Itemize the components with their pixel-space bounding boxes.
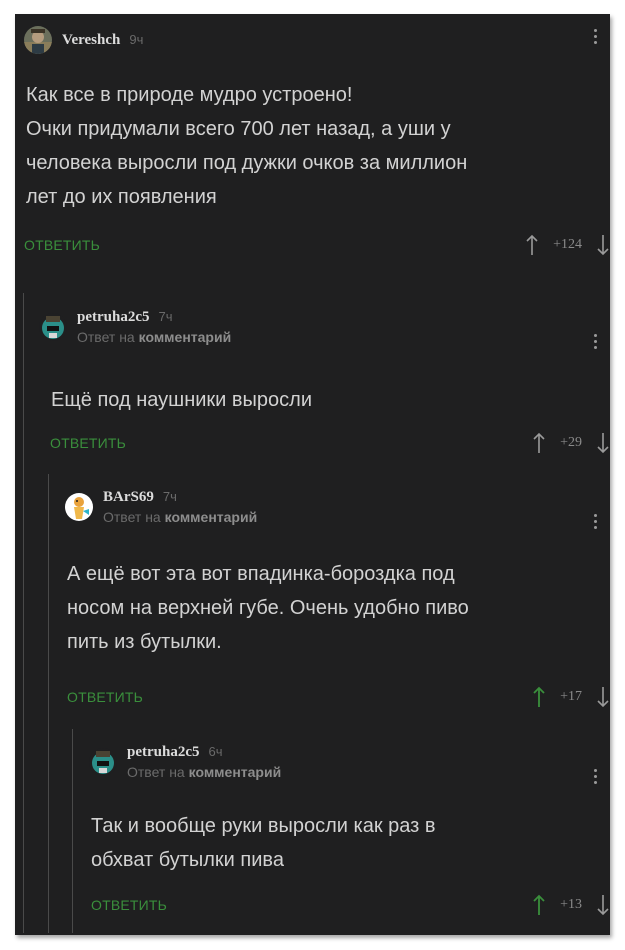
comment-body: А ещё вот эта вот впадинка-бороздка под … (67, 557, 587, 659)
avatar[interactable] (89, 748, 117, 776)
comment-time: 7ч (162, 489, 177, 504)
comment-time: 6ч (208, 744, 223, 759)
arrow-up-icon[interactable] (525, 234, 539, 256)
comment-body: Ещё под наушники выросли (51, 383, 591, 417)
reply-to-link[interactable]: комментарий (165, 509, 258, 525)
thread-line (48, 474, 49, 933)
comment-thread: Vereshch 9ч Как все в природе мудро устр… (15, 14, 610, 935)
reply-button[interactable]: ОТВЕТИТЬ (67, 689, 143, 705)
avatar[interactable] (65, 493, 93, 521)
reply-button[interactable]: ОТВЕТИТЬ (24, 237, 100, 253)
comment-line: Очки придумали всего 700 лет назад, а уш… (26, 118, 451, 140)
reply-to-link[interactable]: комментарий (139, 329, 232, 345)
comment-time: 9ч (129, 31, 144, 47)
comment-line: А ещё вот эта вот впадинка-бороздка под (67, 563, 455, 585)
comment-line: человека выросли под дужки очков за милл… (26, 152, 468, 174)
comment-header: BArS69 7ч Ответ на комментарий (65, 487, 257, 527)
comment-header: petruha2c5 7ч Ответ на комментарий (39, 307, 231, 347)
vote-score: +124 (553, 237, 582, 252)
comment-3: BArS69 7ч Ответ на комментарий А ещё вот… (48, 474, 610, 933)
reply-to-label: Ответ на комментарий (77, 329, 231, 345)
comment-1: Vereshch 9ч Как все в природе мудро устр… (15, 14, 610, 274)
reply-to-link[interactable]: комментарий (189, 764, 282, 780)
reply-to-label: Ответ на комментарий (127, 764, 281, 780)
reply-to-label: Ответ на комментарий (103, 509, 257, 525)
comment-line: Так и вообще руки выросли как раз в (91, 815, 436, 837)
comment-line: Ещё под наушники выросли (51, 389, 312, 411)
arrow-up-icon[interactable] (532, 686, 546, 708)
comment-header: petruha2c5 6ч Ответ на комментарий (89, 742, 281, 782)
avatar[interactable] (24, 26, 52, 54)
arrow-up-icon[interactable] (532, 894, 546, 916)
reply-to-prefix: Ответ на (127, 764, 185, 780)
arrow-up-icon[interactable] (532, 432, 546, 454)
author-name[interactable]: petruha2c5 (127, 744, 200, 761)
comment-2: petruha2c5 7ч Ответ на комментарий Ещё п… (23, 293, 610, 933)
comment-line: пить из бутылки. (67, 631, 222, 653)
comment-body: Как все в природе мудро устроено! Очки п… (26, 78, 596, 214)
arrow-down-icon[interactable] (596, 432, 610, 454)
comment-header: Vereshch 9ч (24, 20, 143, 60)
arrow-down-icon[interactable] (596, 894, 610, 916)
author-name[interactable]: BArS69 (103, 489, 154, 506)
kebab-menu-icon[interactable] (594, 769, 598, 787)
author-name[interactable]: petruha2c5 (77, 309, 150, 326)
vote-controls: +17 (532, 686, 610, 708)
author-name[interactable]: Vereshch (62, 32, 120, 49)
reply-to-prefix: Ответ на (77, 329, 135, 345)
kebab-menu-icon[interactable] (594, 29, 598, 47)
avatar[interactable] (39, 313, 67, 341)
reply-button[interactable]: ОТВЕТИТЬ (91, 897, 167, 913)
comment-body: Так и вообще руки выросли как раз в обхв… (91, 809, 591, 877)
vote-score: +17 (560, 689, 582, 704)
arrow-down-icon[interactable] (596, 234, 610, 256)
vote-controls: +13 (532, 894, 610, 916)
comment-line: носом на верхней губе. Очень удобно пиво (67, 597, 469, 619)
reply-button[interactable]: ОТВЕТИТЬ (50, 435, 126, 451)
comment-time: 7ч (158, 309, 173, 324)
kebab-menu-icon[interactable] (594, 334, 598, 352)
arrow-down-icon[interactable] (596, 686, 610, 708)
kebab-menu-icon[interactable] (594, 514, 598, 532)
vote-score: +13 (560, 897, 582, 912)
vote-controls: +124 (525, 234, 610, 256)
comment-line: лет до их появления (26, 186, 217, 208)
vote-score: +29 (560, 435, 582, 450)
thread-line (72, 729, 73, 933)
vote-controls: +29 (532, 432, 610, 454)
comment-line: обхват бутылки пива (91, 849, 284, 871)
comment-line: Как все в природе мудро устроено! (26, 84, 353, 106)
comment-4: petruha2c5 6ч Ответ на комментарий Так и… (72, 729, 610, 933)
thread-line (23, 293, 24, 933)
reply-to-prefix: Ответ на (103, 509, 161, 525)
